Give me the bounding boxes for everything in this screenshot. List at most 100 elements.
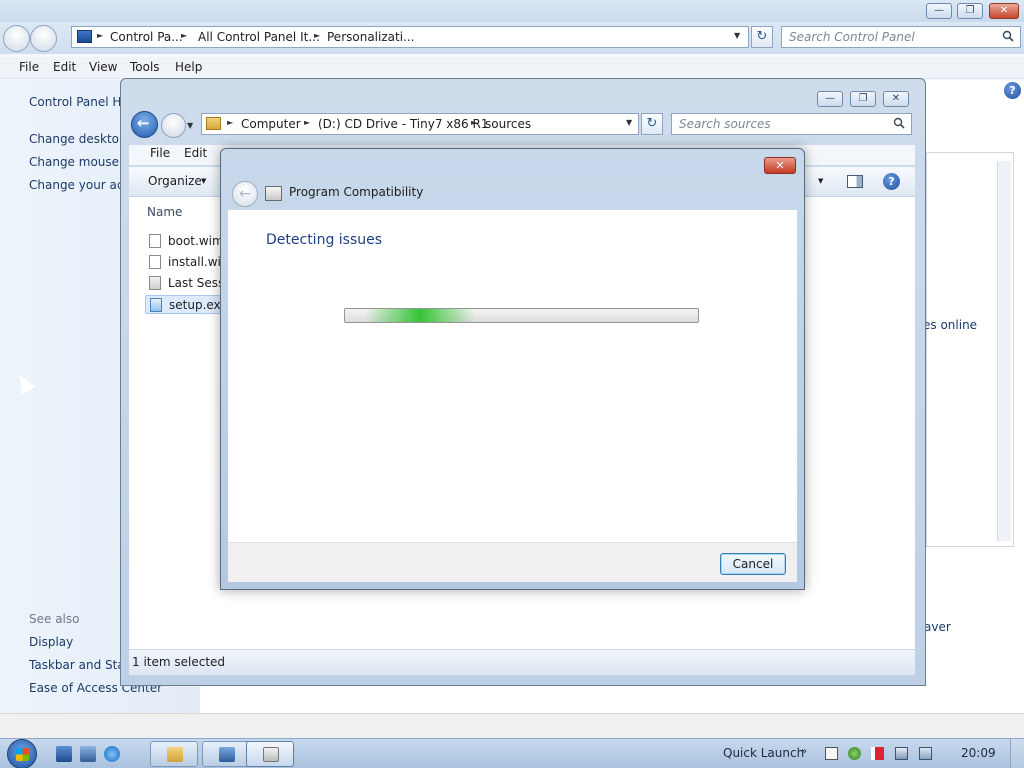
explorer-close-button[interactable]: ✕ <box>883 91 909 107</box>
close-icon: ✕ <box>891 93 901 104</box>
troubleshooter-icon <box>263 747 279 762</box>
taskbar-control-panel-button[interactable] <box>202 741 250 767</box>
minimize-icon: — <box>825 93 835 104</box>
views-dropdown-icon[interactable]: ▼ <box>818 177 823 185</box>
explorer-navbar: ← ▼ ► Computer ► (D:) CD Drive - Tiny7 x… <box>121 109 925 141</box>
control-panel-titlebar: — ❐ ✕ <box>0 0 1024 22</box>
switch-windows-icon[interactable] <box>80 746 96 762</box>
link-change-desktop[interactable]: Change desktop <box>29 132 127 146</box>
quick-launch-label[interactable]: Quick Launch <box>723 746 804 760</box>
restore-button[interactable]: ❐ <box>957 3 983 19</box>
explorer-status-bar: 1 item selected <box>129 649 915 675</box>
close-button[interactable]: ✕ <box>989 3 1019 19</box>
link-taskbar-start[interactable]: Taskbar and Start <box>29 658 134 672</box>
explorer-restore-button[interactable]: ❐ <box>850 91 876 107</box>
search-input[interactable]: Search Control Panel <box>781 26 1021 48</box>
control-panel-bottom-bar <box>0 713 1024 738</box>
dialog-back-button[interactable]: ← <box>232 181 258 207</box>
restore-icon: ❐ <box>965 5 975 16</box>
dialog-close-button[interactable]: ✕ <box>764 157 796 174</box>
menu-edit[interactable]: Edit <box>53 60 76 74</box>
column-header-name[interactable]: Name <box>147 205 182 219</box>
volume-muted-icon[interactable] <box>919 747 932 760</box>
explorer-forward-button[interactable] <box>161 113 186 138</box>
link-control-panel-home[interactable]: Control Panel Ho <box>29 95 129 109</box>
forward-button[interactable] <box>30 25 57 52</box>
network-icon[interactable] <box>895 747 908 760</box>
settings-file-icon <box>149 276 161 290</box>
action-center-flag-icon[interactable] <box>871 747 884 760</box>
minimize-button[interactable]: — <box>926 3 952 19</box>
troubleshooter-icon <box>265 186 282 201</box>
folder-icon <box>167 747 183 762</box>
cancel-button[interactable]: Cancel <box>720 553 786 575</box>
search-placeholder: Search sources <box>679 117 771 131</box>
recent-pages-icon[interactable]: ▼ <box>187 121 193 130</box>
notepad-icon[interactable] <box>825 747 838 760</box>
search-icon[interactable] <box>893 117 905 129</box>
internet-explorer-icon[interactable] <box>104 746 120 762</box>
close-icon: ✕ <box>999 5 1009 16</box>
back-button[interactable] <box>3 25 30 52</box>
explorer-menu-edit[interactable]: Edit <box>184 146 207 160</box>
breadcrumb-personalization[interactable]: Personalizati... <box>327 30 414 44</box>
breadcrumb-sources[interactable]: sources <box>485 117 531 131</box>
menu-file[interactable]: File <box>19 60 39 74</box>
taskbar-compatibility-button[interactable] <box>246 741 294 767</box>
screen-saver-link[interactable]: aver <box>924 620 951 634</box>
taskbar: Quick Launch » 20:09 <box>0 738 1024 768</box>
file-row-selected[interactable]: setup.exe <box>145 295 225 314</box>
folder-icon <box>206 117 221 130</box>
help-icon[interactable]: ? <box>1004 82 1021 99</box>
get-more-themes-link[interactable]: es online <box>923 318 977 332</box>
menu-help[interactable]: Help <box>175 60 202 74</box>
clock[interactable]: 20:09 <box>961 746 996 760</box>
dialog-title: Program Compatibility <box>289 185 424 199</box>
explorer-address-bar[interactable]: ► Computer ► (D:) CD Drive - Tiny7 x86 R… <box>201 113 639 135</box>
file-row[interactable]: Last Sessio <box>145 274 225 293</box>
theme-list-pane: es online <box>923 152 1014 547</box>
breadcrumb-chevron-icon: ► <box>227 118 234 127</box>
back-arrow-icon: ← <box>137 114 150 132</box>
dialog-header: ← Program Compatibility <box>228 179 797 210</box>
scrollbar[interactable] <box>997 161 1011 541</box>
link-change-account[interactable]: Change your acc <box>29 178 130 192</box>
address-bar[interactable]: ► Control Pa... ► All Control Panel It..… <box>71 26 749 48</box>
menu-view[interactable]: View <box>89 60 117 74</box>
start-button[interactable] <box>7 739 37 768</box>
breadcrumb-cd-drive[interactable]: (D:) CD Drive - Tiny7 x86 R1 <box>318 117 488 131</box>
file-row[interactable]: install.wim <box>145 253 225 272</box>
dialog-footer: Cancel <box>228 542 797 582</box>
show-desktop-button[interactable] <box>1010 739 1024 768</box>
address-dropdown-icon[interactable]: ▼ <box>734 31 740 40</box>
minimize-icon: — <box>934 5 944 16</box>
explorer-menu-file[interactable]: File <box>150 146 170 160</box>
address-dropdown-icon[interactable]: ▼ <box>626 118 632 127</box>
show-desktop-icon[interactable] <box>56 746 72 762</box>
preview-pane-icon[interactable] <box>847 175 863 188</box>
search-icon[interactable] <box>1002 30 1014 42</box>
breadcrumb-computer[interactable]: Computer <box>241 117 301 131</box>
breadcrumb-chevron-icon: ► <box>181 31 188 40</box>
link-change-mouse[interactable]: Change mouse p <box>29 155 130 169</box>
explorer-help-icon[interactable]: ? <box>883 173 900 190</box>
windows-logo-icon <box>16 748 29 761</box>
menu-tools[interactable]: Tools <box>130 60 160 74</box>
quick-launch-chevron-icon[interactable]: » <box>801 746 807 757</box>
organize-dropdown-icon[interactable]: ▼ <box>201 177 206 185</box>
explorer-refresh-button[interactable]: ↻ <box>641 113 663 135</box>
explorer-back-button[interactable]: ← <box>131 111 158 138</box>
file-icon <box>149 255 161 269</box>
explorer-minimize-button[interactable]: — <box>817 91 843 107</box>
refresh-button[interactable]: ↻ <box>751 26 773 48</box>
organize-button[interactable]: Organize <box>148 174 202 188</box>
security-center-icon[interactable] <box>848 747 861 760</box>
taskbar-explorer-button[interactable] <box>150 741 198 767</box>
breadcrumb-control-panel[interactable]: Control Pa... <box>110 30 183 44</box>
restore-icon: ❐ <box>858 93 868 104</box>
file-name: install.wim <box>168 255 225 269</box>
breadcrumb-all-items[interactable]: All Control Panel It... <box>198 30 320 44</box>
link-display[interactable]: Display <box>29 635 73 649</box>
explorer-search-input[interactable]: Search sources <box>671 113 912 135</box>
file-row[interactable]: boot.wim <box>145 232 225 251</box>
